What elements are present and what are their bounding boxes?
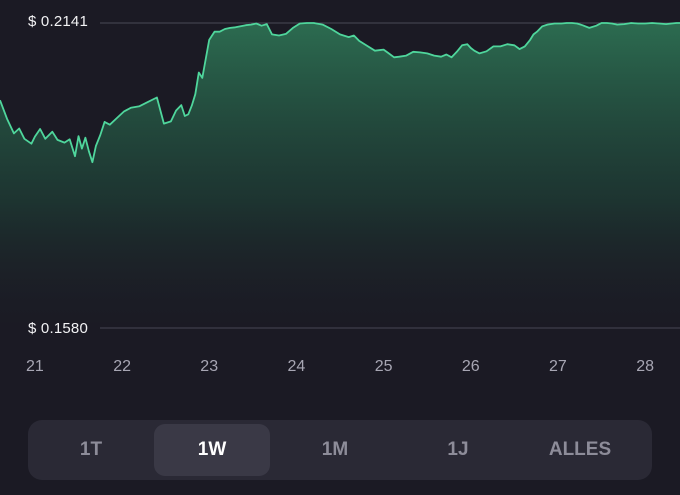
x-tick-label: 27 [548, 358, 567, 375]
range-button-1t[interactable]: 1T [28, 424, 154, 476]
range-button-1w[interactable]: 1W [154, 424, 270, 476]
x-tick-label: 23 [200, 358, 219, 375]
x-tick-label: 25 [374, 358, 393, 375]
price-chart [0, 22, 680, 345]
price-area-fill [0, 23, 680, 345]
range-button-1m[interactable]: 1M [270, 424, 400, 476]
range-button-alles[interactable]: ALLES [516, 424, 644, 476]
time-range-selector: 1T 1W 1M 1J ALLES [28, 420, 652, 480]
x-tick-label: 28 [636, 358, 654, 375]
max-price-label: $ 0.2141 [28, 13, 88, 30]
x-tick-label: 26 [461, 358, 480, 375]
min-price-label: $ 0.1580 [28, 320, 88, 337]
x-tick-label: 21 [25, 358, 44, 375]
range-button-1j[interactable]: 1J [400, 424, 516, 476]
x-tick-label: 24 [287, 358, 306, 375]
x-tick-label: 22 [113, 358, 131, 375]
